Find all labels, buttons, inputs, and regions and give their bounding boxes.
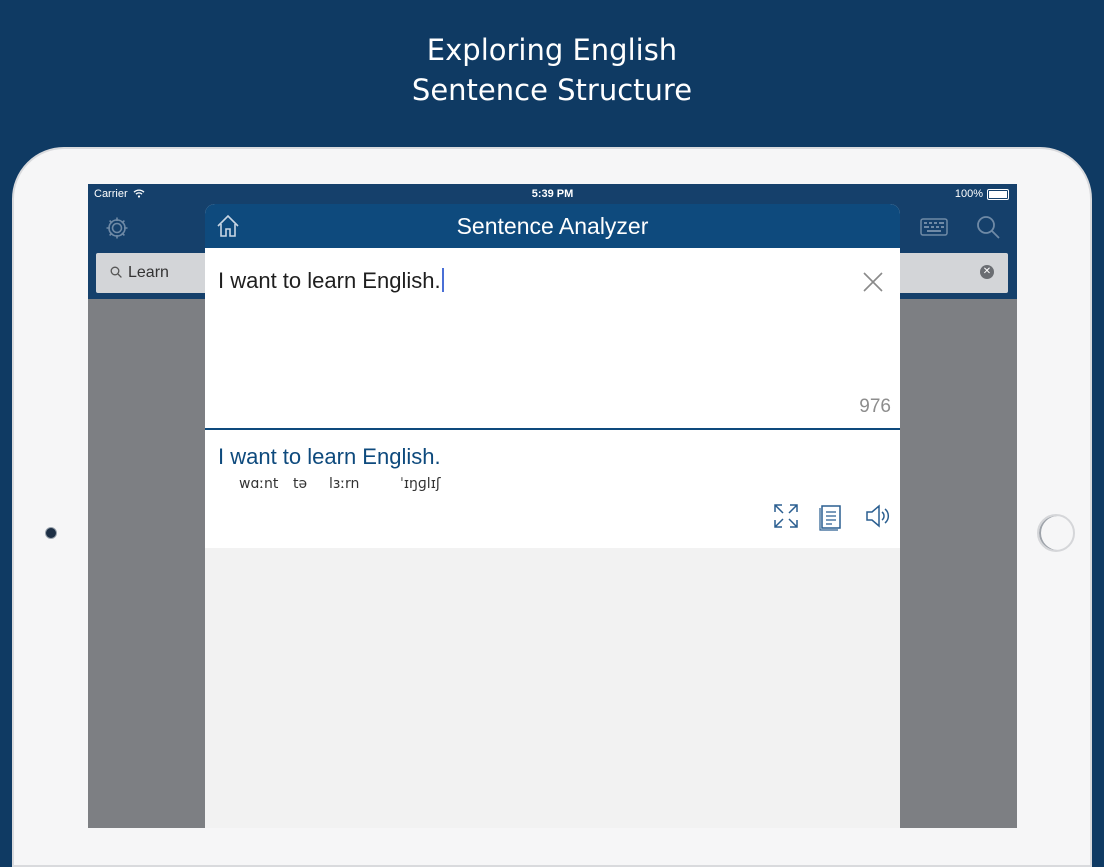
ipad-home-button[interactable] [1037,514,1075,552]
result-sentence: I want to learn English. [218,444,441,469]
clear-search-icon[interactable]: ✕ [980,265,994,279]
expand-icon[interactable] [773,503,799,529]
ipa-want: wɑːnt [239,476,279,492]
ipa-learn: lɜːrn [329,476,360,492]
search-icon[interactable] [975,214,1001,240]
text-caret [441,268,444,292]
char-counter: 976 [859,396,891,417]
gear-icon[interactable] [104,215,130,241]
document-icon[interactable] [819,503,843,531]
status-battery: 100% [955,188,1009,200]
promo-headline: Exploring English Sentence Structure [0,30,1104,110]
close-icon[interactable] [861,270,885,294]
search-icon [110,266,122,278]
modal-header: Sentence Analyzer [205,204,900,248]
modal-empty-area [205,548,900,828]
keyboard-icon[interactable] [920,218,948,236]
promo-line-2: Sentence Structure [411,73,693,107]
analysis-result: I want to learn English. wɑːnt tə lɜːrn … [205,430,900,548]
battery-icon [987,188,1009,200]
camera-icon [45,527,57,539]
sentence-input-text[interactable]: I want to learn English. [218,268,444,294]
ipa-to: tə [293,476,308,492]
search-query: Learn [128,264,169,281]
ipa-english: ˈɪŋɡlɪʃ [400,476,441,492]
sentence-input[interactable]: I want to learn English. 976 [205,248,900,428]
status-bar: Carrier 5:39 PM 100% [88,184,1017,204]
promo-line-1: Exploring English [426,33,678,67]
status-time: 5:39 PM [531,188,574,200]
modal-title: Sentence Analyzer [456,213,649,239]
speaker-icon[interactable] [864,503,890,529]
sentence-analyzer-modal: Sentence Analyzer I want to learn Englis… [205,204,900,828]
